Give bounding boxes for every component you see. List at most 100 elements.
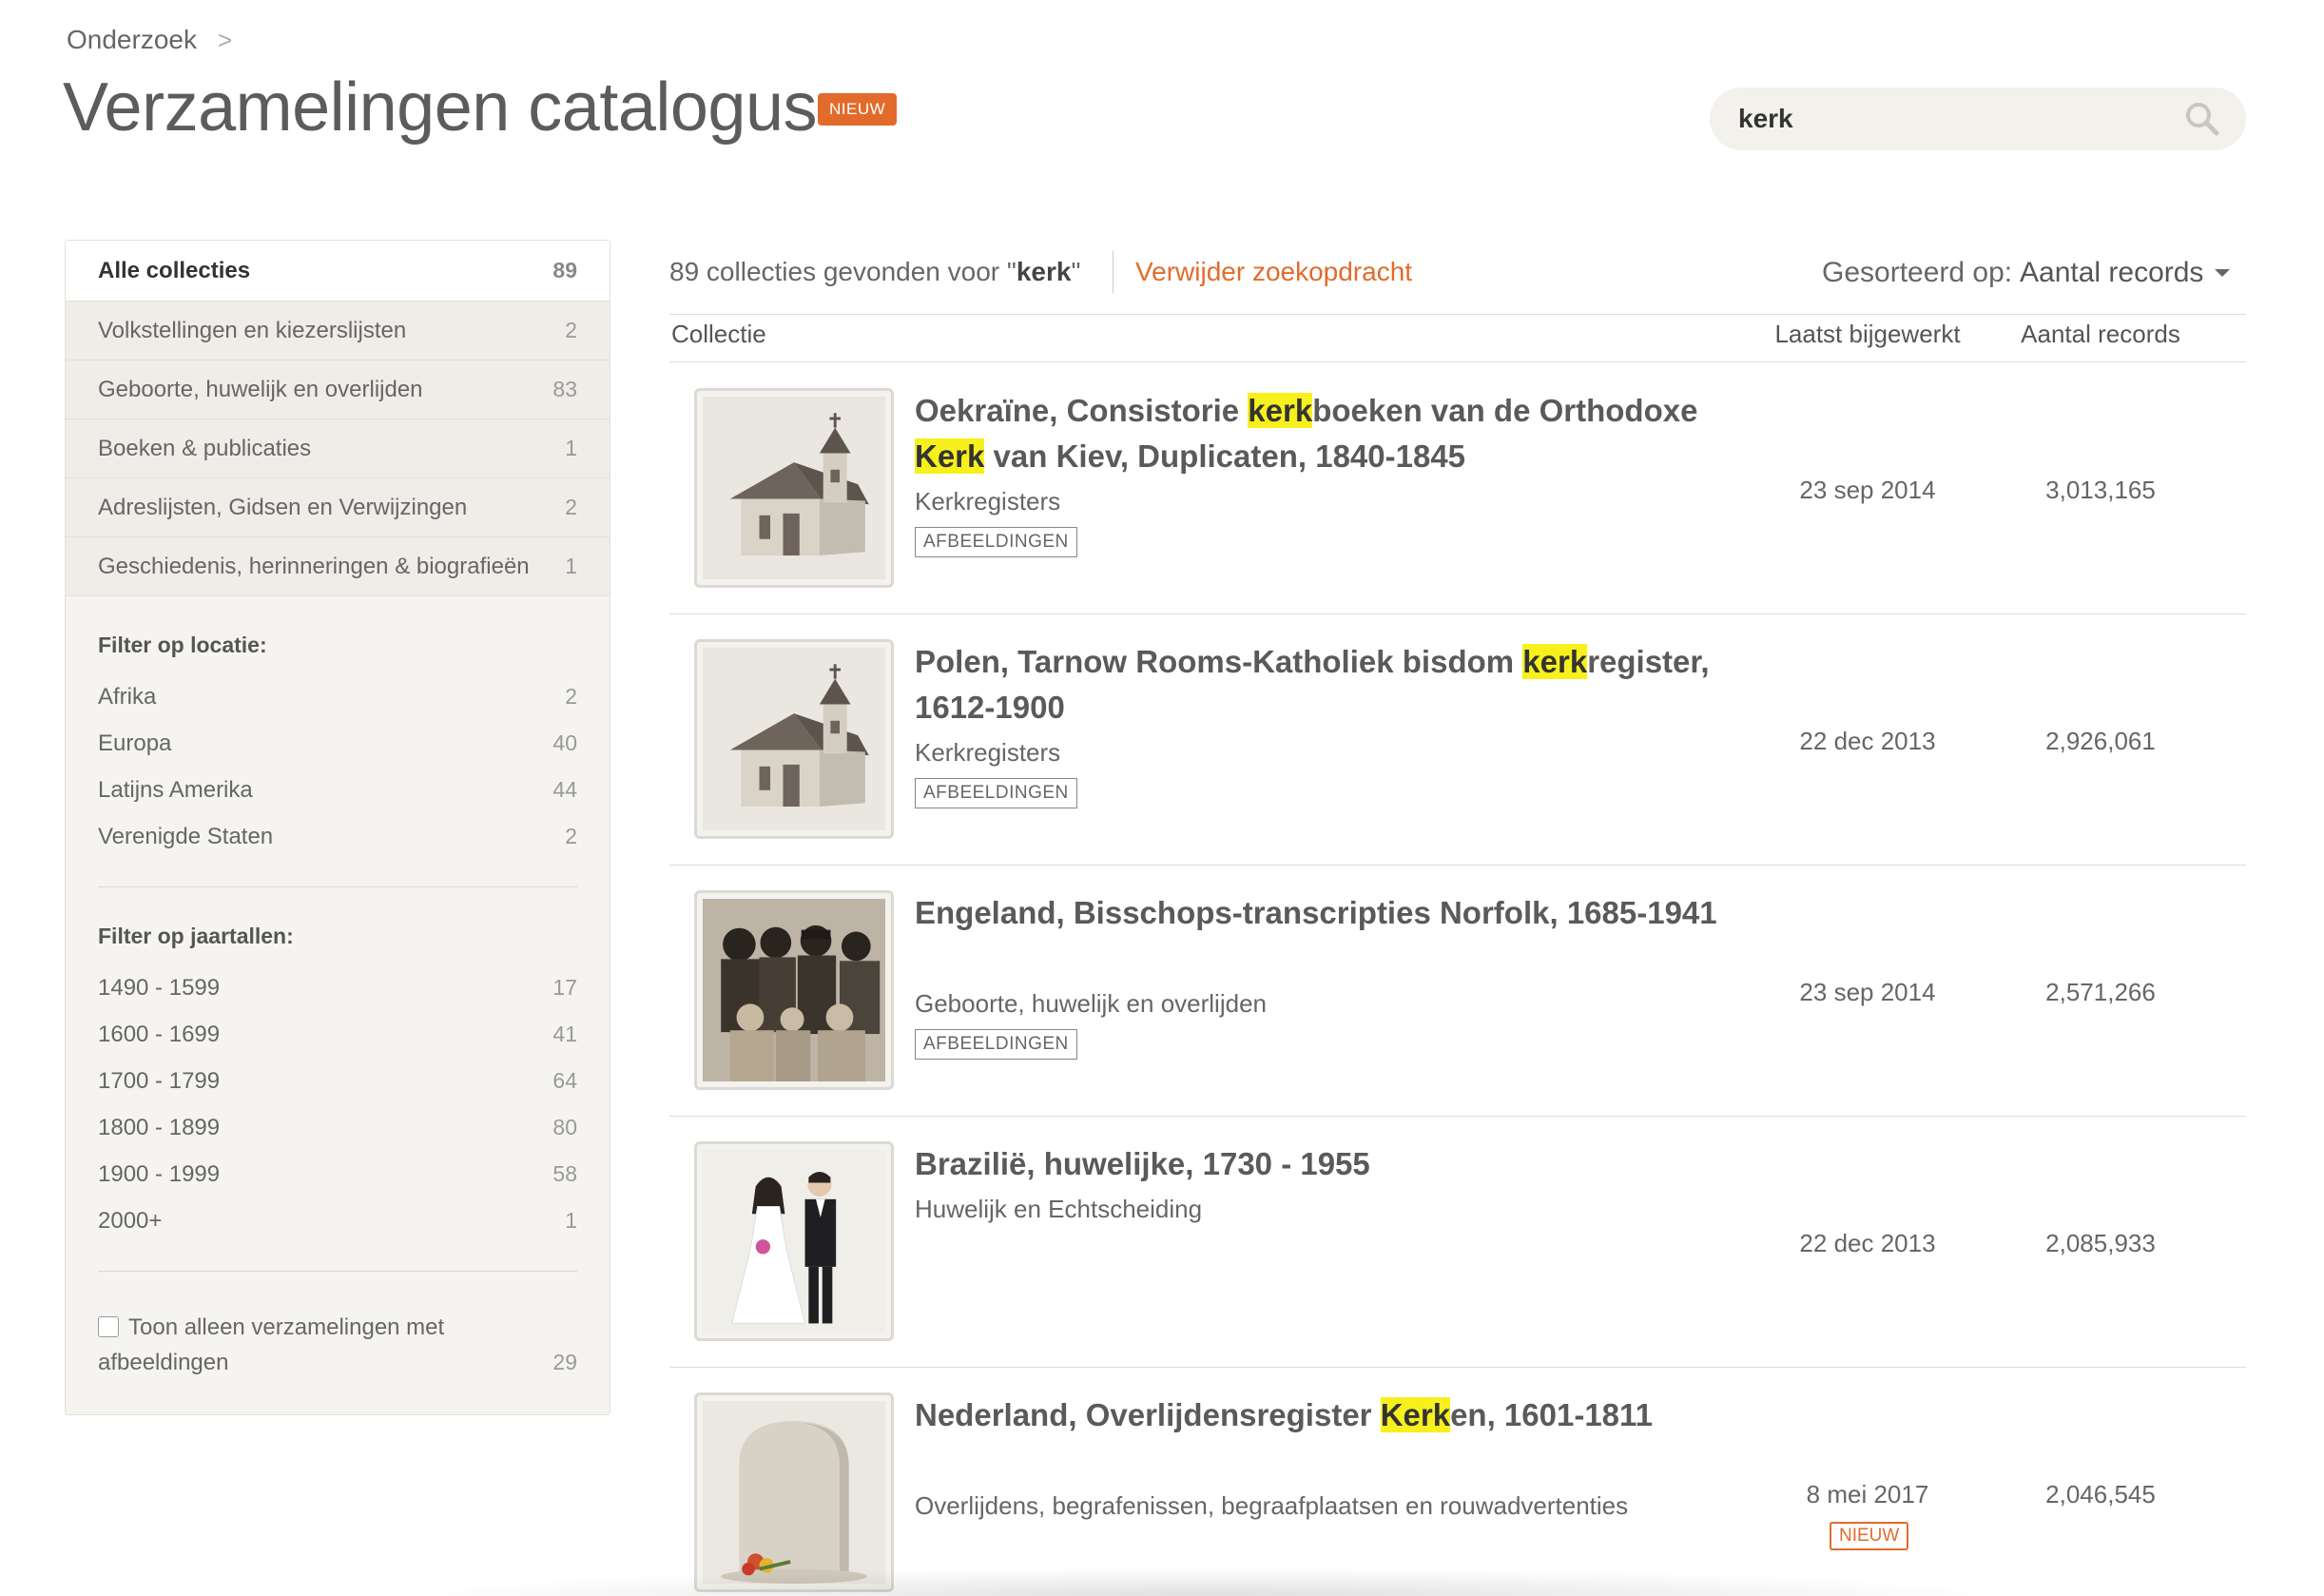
year-filter-item-2000[interactable]: 2000+ 1 bbox=[98, 1197, 577, 1244]
collection-category: Geboorte, huwelijk en overlijden bbox=[915, 989, 1267, 1018]
category-label: Geschiedenis, herinneringen & biografieë… bbox=[98, 553, 530, 579]
church-icon bbox=[703, 397, 885, 579]
category-count: 83 bbox=[552, 377, 577, 401]
bottom-shadow bbox=[399, 1567, 2016, 1596]
new-badge: NIEUW bbox=[818, 93, 898, 126]
result-row[interactable]: Nederland, Overlijdensregister Kerken, 1… bbox=[669, 1368, 2246, 1596]
last-updated: 22 dec 2013 bbox=[1799, 727, 1936, 755]
year-filter-item-label: 1600 - 1699 bbox=[98, 1021, 221, 1047]
sort-dropdown[interactable]: Aantal records bbox=[2020, 257, 2231, 289]
record-count: 2,085,933 bbox=[2045, 1229, 2156, 1257]
collection-thumbnail[interactable] bbox=[694, 1141, 894, 1341]
location-filter-item-afrika[interactable]: Afrika 2 bbox=[98, 673, 577, 720]
search-input[interactable] bbox=[1738, 104, 2181, 134]
collection-thumbnail[interactable] bbox=[694, 639, 894, 839]
title-text: van Kiev, Duplicaten, 1840-1845 bbox=[984, 438, 1466, 474]
collection-title-link[interactable]: Polen, Tarnow Rooms-Katholiek bisdom ker… bbox=[915, 639, 1771, 730]
location-filter-item-count: 2 bbox=[565, 824, 577, 848]
collection-category: Overlijdens, begrafenissen, begraafplaat… bbox=[915, 1491, 1629, 1520]
collection-thumbnail[interactable] bbox=[694, 388, 894, 588]
location-filter-item-count: 2 bbox=[565, 684, 577, 709]
collection-category: Huwelijk en Echtscheiding bbox=[915, 1195, 1203, 1223]
location-filter-item-europa[interactable]: Europa 40 bbox=[98, 720, 577, 767]
collection-title-link[interactable]: Nederland, Overlijdensregister Kerken, 1… bbox=[915, 1392, 1771, 1438]
category-label: Adreslijsten, Gidsen en Verwijzingen bbox=[98, 494, 468, 520]
clear-search-link[interactable]: Verwijder zoekopdracht bbox=[1135, 257, 1412, 287]
year-filter-item-1600-1699[interactable]: 1600 - 1699 41 bbox=[98, 1011, 577, 1058]
title-text: en, 1601-1811 bbox=[1450, 1397, 1653, 1432]
year-filter-item-count: 58 bbox=[552, 1161, 577, 1186]
title-text: Polen, Tarnow Rooms-Katholiek bisdom bbox=[915, 644, 1523, 679]
search-highlight: Kerk bbox=[1380, 1397, 1451, 1432]
title-text: Oekraïne, Consistorie bbox=[915, 393, 1249, 428]
collection-thumbnail[interactable] bbox=[694, 890, 894, 1090]
year-filter-item-label: 1800 - 1899 bbox=[98, 1114, 221, 1140]
result-count: 89 collecties gevonden voor "kerk" bbox=[669, 257, 1080, 287]
location-filter-item-latijns-amerika[interactable]: Latijns Amerika 44 bbox=[98, 767, 577, 813]
images-only-filter[interactable]: Toon alleen verzamelingen met afbeelding… bbox=[98, 1310, 577, 1380]
location-filter-item-count: 40 bbox=[552, 730, 577, 755]
wedding-couple-icon bbox=[703, 1150, 885, 1333]
category-count: 1 bbox=[565, 554, 577, 578]
result-row[interactable]: Oekraïne, Consistorie kerkboeken van de … bbox=[669, 363, 2246, 614]
category-item-adreslijsten-gidsen-en-verwijzingen[interactable]: Adreslijsten, Gidsen en Verwijzingen 2 bbox=[66, 478, 610, 537]
divider bbox=[669, 314, 2246, 315]
year-filter-item-count: 80 bbox=[552, 1115, 577, 1139]
year-filter-item-1700-1799[interactable]: 1700 - 1799 64 bbox=[98, 1058, 577, 1104]
search-highlight: kerk bbox=[1522, 644, 1588, 679]
last-updated: 23 sep 2014 bbox=[1799, 978, 1936, 1006]
images-only-checkbox[interactable] bbox=[98, 1316, 119, 1337]
church-icon bbox=[703, 648, 885, 830]
result-row[interactable]: Engeland, Bisschops-transcripties Norfol… bbox=[669, 866, 2246, 1117]
category-item-geboorte-huwelijk-en-overlijden[interactable]: Geboorte, huwelijk en overlijden 83 bbox=[66, 360, 610, 419]
year-filter-item-label: 2000+ bbox=[98, 1207, 163, 1234]
category-count: 1 bbox=[565, 436, 577, 460]
year-filter: Filter op jaartallen: 1490 - 1599 17 1600 … bbox=[66, 924, 610, 1380]
title-text: Brazilië, huwelijke, 1730 - 1955 bbox=[915, 1146, 1370, 1181]
category-item-geschiedenis-herinneringen-biografie-n[interactable]: Geschiedenis, herinneringen & biografieë… bbox=[66, 537, 610, 596]
category-label: Boeken & publicaties bbox=[98, 435, 312, 461]
year-filter-item-1490-1599[interactable]: 1490 - 1599 17 bbox=[98, 964, 577, 1011]
last-updated: 23 sep 2014 bbox=[1799, 476, 1936, 504]
result-query: kerk bbox=[1016, 257, 1072, 286]
result-row[interactable]: Polen, Tarnow Rooms-Katholiek bisdom ker… bbox=[669, 614, 2246, 866]
year-filter-item-1900-1999[interactable]: 1900 - 1999 58 bbox=[98, 1151, 577, 1197]
breadcrumb-separator: > bbox=[217, 25, 233, 54]
record-count: 3,013,165 bbox=[2045, 476, 2156, 504]
year-filter-item-1800-1899[interactable]: 1800 - 1899 80 bbox=[98, 1104, 577, 1151]
breadcrumb-link-onderzoek[interactable]: Onderzoek bbox=[67, 25, 197, 55]
collection-category: Kerkregisters bbox=[915, 738, 1061, 767]
images-only-label-2: afbeeldingen bbox=[98, 1350, 229, 1375]
location-filter-item-label: Latijns Amerika bbox=[98, 776, 253, 803]
location-filter-item-label: Afrika bbox=[98, 683, 157, 710]
collection-thumbnail[interactable] bbox=[694, 1392, 894, 1592]
year-filter-item-count: 64 bbox=[552, 1068, 577, 1093]
collection-title-link[interactable]: Engeland, Bisschops-transcripties Norfol… bbox=[915, 890, 1771, 936]
column-header-records: Aantal records bbox=[2021, 320, 2180, 348]
divider bbox=[98, 1271, 577, 1272]
title-text: Nederland, Overlijdensregister bbox=[915, 1397, 1381, 1432]
record-count: 2,926,061 bbox=[2045, 727, 2156, 755]
category-item-boeken-publicaties[interactable]: Boeken & publicaties 1 bbox=[66, 419, 610, 478]
category-label: Geboorte, huwelijk en overlijden bbox=[98, 376, 423, 402]
year-filter-item-count: 1 bbox=[565, 1208, 577, 1233]
category-item-volkstellingen-en-kiezerslijsten[interactable]: Volkstellingen en kiezerslijsten 2 bbox=[66, 302, 610, 360]
search-bar bbox=[1710, 88, 2246, 150]
category-count: 89 bbox=[552, 258, 577, 282]
images-tag: AFBEELDINGEN bbox=[915, 527, 1077, 557]
result-count-prefix: 89 collecties gevonden voor " bbox=[669, 257, 1017, 286]
gravestone-icon bbox=[703, 1401, 885, 1584]
result-row[interactable]: Brazilië, huwelijke, 1730 - 1955 Huwelijk… bbox=[669, 1117, 2246, 1368]
sort-value: Aantal records bbox=[2020, 257, 2204, 288]
category-item-alle-collecties[interactable]: Alle collecties 89 bbox=[66, 241, 610, 302]
divider bbox=[1113, 251, 1114, 293]
category-label: Alle collecties bbox=[98, 257, 251, 283]
last-updated: 22 dec 2013 bbox=[1799, 1229, 1936, 1257]
search-icon[interactable] bbox=[2181, 98, 2223, 140]
search-highlight: kerk bbox=[1248, 393, 1313, 428]
family-photo-icon bbox=[703, 899, 885, 1081]
location-filter-item-count: 44 bbox=[552, 777, 577, 802]
collection-title-link[interactable]: Oekraïne, Consistorie kerkboeken van de … bbox=[915, 388, 1771, 479]
collection-title-link[interactable]: Brazilië, huwelijke, 1730 - 1955 bbox=[915, 1141, 1771, 1187]
location-filter-item-verenigde-staten[interactable]: Verenigde Staten 2 bbox=[98, 813, 577, 860]
